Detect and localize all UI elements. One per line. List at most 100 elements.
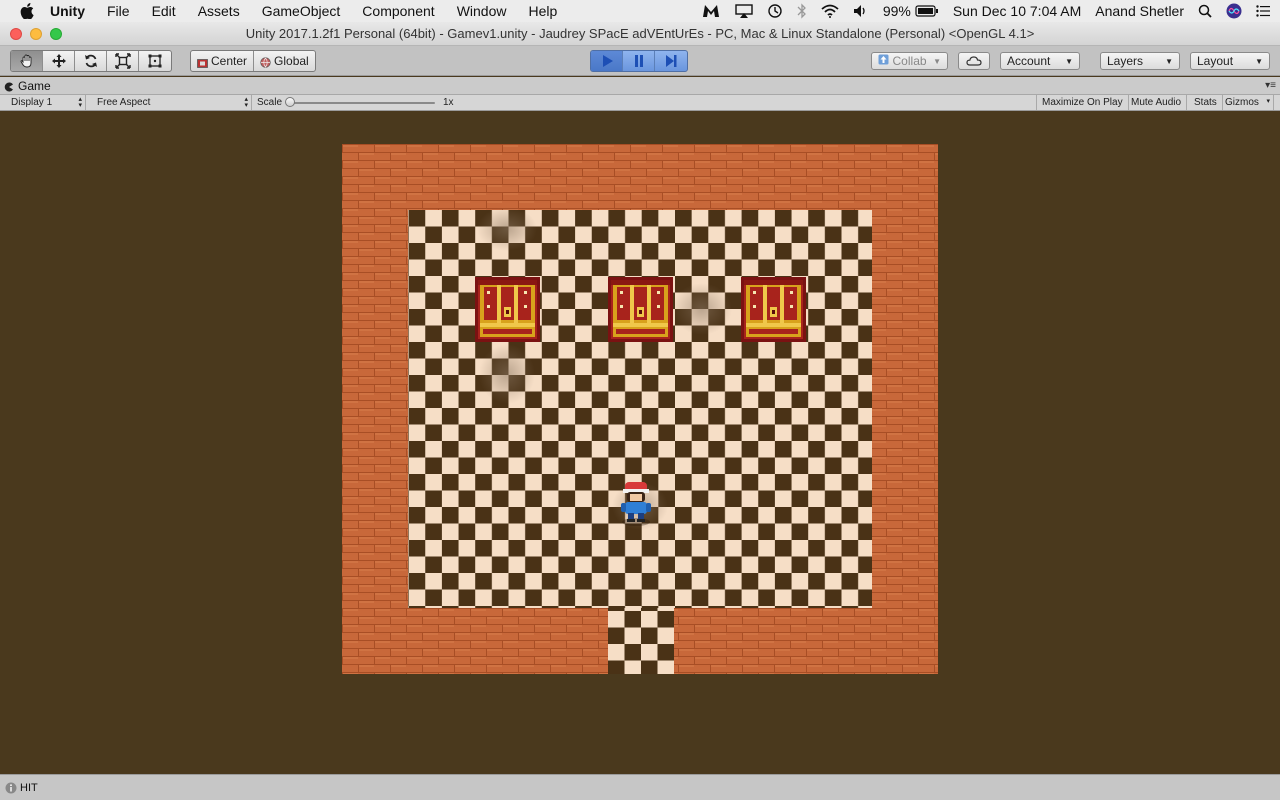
spotlight-search-icon[interactable]: [1198, 4, 1212, 18]
panel-menu-icon[interactable]: ▾≡: [1265, 80, 1276, 91]
playmode-controls: [590, 50, 688, 72]
menu-file[interactable]: File: [107, 3, 130, 19]
rect-tool-button[interactable]: [139, 51, 171, 71]
step-icon: [666, 55, 677, 67]
scale-icon: [114, 53, 131, 69]
menu-component[interactable]: Component: [362, 3, 434, 19]
maximize-on-play-toggle[interactable]: Maximize On Play: [1036, 95, 1129, 110]
pivot-global-button[interactable]: Global: [254, 51, 315, 71]
time-machine-icon[interactable]: [767, 3, 783, 19]
collab-cloud-icon: [878, 54, 889, 68]
player-character[interactable]: [621, 482, 651, 526]
menu-edit[interactable]: Edit: [152, 3, 176, 19]
cloud-icon: [966, 56, 982, 66]
game-viewport[interactable]: [0, 111, 1280, 774]
user-name[interactable]: Anand Shetler: [1095, 3, 1184, 19]
treasure-chest[interactable]: [475, 277, 540, 342]
chevron-down-icon: ▼: [1255, 56, 1263, 66]
aspect-select[interactable]: Free Aspect ▴ ▾: [92, 95, 252, 110]
unity-toolbar: Center Global Collab ▼ Account ▼ Layers …: [0, 46, 1280, 76]
pause-icon: [634, 55, 643, 67]
layout-dropdown[interactable]: Layout ▼: [1190, 52, 1270, 70]
exit-corridor: [608, 608, 674, 674]
info-icon: [5, 782, 17, 794]
game-view-controls: Display 1 ▴ ▾ Free Aspect ▴ ▾ Scale 1x Max…: [0, 95, 1280, 111]
menu-bar-tray: 99% Sun Dec 10 7:04 AM Anand Shetler: [701, 0, 1280, 22]
play-icon: [602, 55, 613, 67]
hand-tool-button[interactable]: [11, 51, 43, 71]
move-arrows-icon: [51, 54, 66, 68]
cloud-services-button[interactable]: [958, 52, 990, 70]
pivot-toggles: Center Global: [190, 50, 316, 72]
airplay-icon[interactable]: [735, 4, 753, 18]
clock[interactable]: Sun Dec 10 7:04 AM: [953, 3, 1081, 19]
wifi-icon[interactable]: [821, 4, 839, 18]
menu-window[interactable]: Window: [457, 3, 507, 19]
mac-menu-bar: Unity File Edit Assets GameObject Compon…: [0, 0, 1280, 22]
minimize-window-button[interactable]: [30, 28, 42, 40]
malwarebytes-icon[interactable]: [701, 4, 721, 18]
move-tool-button[interactable]: [43, 51, 75, 71]
game-scene[interactable]: [342, 144, 938, 674]
menu-gameobject[interactable]: GameObject: [262, 3, 341, 19]
play-button[interactable]: [591, 51, 623, 71]
pacman-game-icon: [4, 81, 14, 92]
scale-tool-button[interactable]: [107, 51, 139, 71]
gizmos-dropdown[interactable]: Gizmos ▾: [1220, 95, 1274, 110]
menu-unity[interactable]: Unity: [50, 3, 85, 19]
floor-stain: [477, 207, 537, 251]
pivot-global-label: Global: [274, 54, 309, 68]
apple-logo-icon[interactable]: [20, 3, 34, 19]
display-select[interactable]: Display 1 ▴ ▾: [6, 95, 86, 110]
stats-toggle[interactable]: Stats: [1189, 95, 1223, 110]
notification-center-icon[interactable]: [1256, 5, 1270, 17]
layers-label: Layers: [1107, 54, 1144, 68]
gizmos-label: Gizmos: [1225, 97, 1259, 108]
treasure-chest[interactable]: [608, 277, 673, 342]
aspect-select-value: Free Aspect: [97, 97, 151, 108]
layers-dropdown[interactable]: Layers ▼: [1100, 52, 1180, 70]
select-arrows-icon: ▴ ▾: [244, 96, 248, 109]
layout-label: Layout: [1197, 54, 1234, 68]
battery-icon[interactable]: [915, 5, 939, 17]
menu-help[interactable]: Help: [528, 3, 557, 19]
select-arrows-icon: ▴ ▾: [78, 96, 82, 109]
transform-tools: [10, 50, 172, 72]
hand-icon: [20, 54, 31, 68]
collab-dropdown[interactable]: Collab ▼: [871, 52, 948, 70]
close-window-button[interactable]: [10, 28, 22, 40]
menu-assets[interactable]: Assets: [198, 3, 240, 19]
zoom-window-button[interactable]: [50, 28, 62, 40]
chevron-down-icon: ▼: [1165, 56, 1173, 66]
scale-slider-track[interactable]: [290, 102, 435, 104]
step-button[interactable]: [655, 51, 687, 71]
game-view-tab-bar: Game ▾≡: [0, 77, 1280, 95]
chevron-down-icon: ▼: [1065, 56, 1073, 66]
mute-audio-toggle[interactable]: Mute Audio: [1126, 95, 1188, 110]
rotate-tool-button[interactable]: [75, 51, 107, 71]
account-dropdown[interactable]: Account ▼: [1000, 52, 1080, 70]
battery-percent: 99%: [882, 3, 911, 19]
pivot-center-label: Center: [211, 54, 248, 68]
scale-label: Scale: [257, 97, 283, 108]
console-status-bar[interactable]: HIT: [0, 774, 1280, 800]
bluetooth-icon[interactable]: [797, 3, 807, 19]
rect-transform-icon: [148, 54, 162, 68]
window-title-bar: Unity 2017.1.2f1 Personal (64bit) - Game…: [0, 22, 1280, 46]
window-title: Unity 2017.1.2f1 Personal (64bit) - Game…: [245, 26, 1035, 41]
globe-icon: [260, 56, 271, 68]
siri-icon[interactable]: [1226, 3, 1242, 19]
collab-label: Collab: [892, 54, 927, 68]
floor-stain: [479, 344, 535, 404]
checkered-floor: [408, 210, 872, 608]
tab-game-label: Game: [18, 79, 51, 93]
treasure-chest[interactable]: [741, 277, 806, 342]
rotate-icon: [84, 54, 97, 68]
account-label: Account: [1007, 54, 1051, 68]
tab-game[interactable]: Game: [4, 78, 51, 94]
volume-icon[interactable]: [853, 4, 869, 18]
chevron-down-icon: ▼: [933, 56, 941, 66]
pivot-center-button[interactable]: Center: [191, 51, 255, 71]
scale-slider-thumb[interactable]: [285, 97, 295, 107]
pause-button[interactable]: [623, 51, 655, 71]
